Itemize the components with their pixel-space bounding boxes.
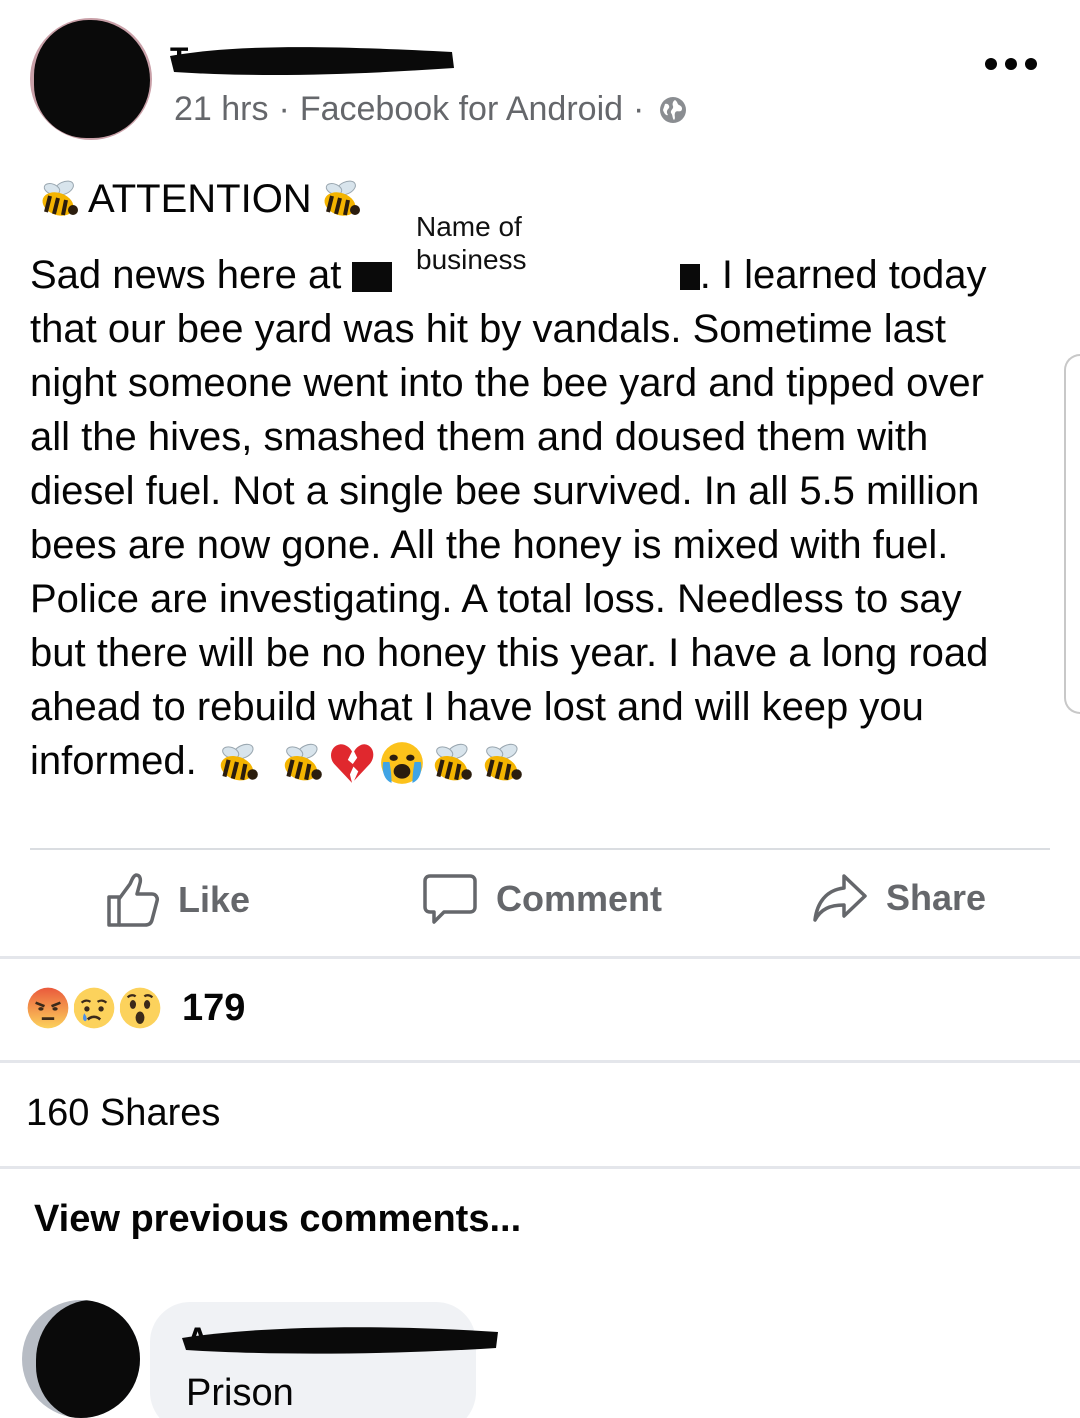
body-line: night someone went into the bee yard and… — [30, 361, 984, 405]
scroll-handle[interactable] — [1064, 354, 1080, 714]
annotation-line: Name of — [416, 211, 522, 242]
share-label: Share — [886, 877, 987, 918]
body-line-last: informed. — [30, 734, 1040, 788]
post-meta: 21 hrs · Facebook for Android · — [174, 90, 688, 129]
crying-face-emoji-icon — [381, 742, 423, 785]
wow-reaction-icon — [114, 982, 166, 1034]
author-name-redacted[interactable]: T — [166, 38, 458, 78]
divider — [30, 848, 1050, 850]
reactions-summary[interactable]: 179 — [22, 982, 245, 1034]
body-line: that our bee yard was hit by vandals. So… — [30, 307, 947, 351]
more-options-icon[interactable] — [985, 58, 1037, 70]
emoji-row — [214, 739, 526, 787]
body-line: diesel fuel. Not a single bee survived. … — [30, 469, 980, 513]
bee-emoji-icon — [324, 180, 360, 216]
post-heading: ATTENTION — [30, 176, 370, 222]
bee-emoji-icon — [434, 744, 472, 781]
share-arrow-icon — [813, 874, 867, 922]
globe-icon[interactable] — [658, 95, 688, 125]
separator: · — [633, 90, 645, 128]
thumbs-up-icon — [107, 873, 159, 927]
redaction-scribble — [34, 20, 150, 138]
divider — [0, 1060, 1080, 1063]
like-label: Like — [178, 879, 251, 920]
body-text-last: informed. — [30, 739, 197, 783]
angry-reaction-icon — [22, 982, 74, 1034]
body-text-start: Sad news here at — [30, 253, 342, 297]
bee-emoji-icon — [284, 744, 322, 781]
body-line: but there will be no honey this year. I … — [30, 631, 989, 675]
divider — [0, 1166, 1080, 1169]
body-line: Police are investigating. A total loss. … — [30, 577, 962, 621]
commenter-avatar[interactable] — [22, 1300, 140, 1418]
commenter-name-redacted[interactable]: A — [180, 1316, 500, 1358]
author-avatar[interactable] — [30, 18, 152, 140]
separator: · — [278, 90, 290, 128]
view-previous-comments-link[interactable]: View previous comments... — [34, 1198, 521, 1241]
comment-text: Prison — [186, 1372, 294, 1414]
reaction-count: 179 — [182, 986, 246, 1029]
comment-label: Comment — [496, 878, 663, 919]
post-time[interactable]: 21 hrs — [174, 90, 269, 129]
redaction-scribble — [36, 1300, 140, 1418]
divider — [0, 956, 1080, 959]
bee-emoji-icon — [484, 744, 522, 781]
heading-text: ATTENTION — [88, 176, 312, 221]
bee-emoji-icon — [42, 180, 78, 216]
body-line: ahead to rebuild what I have lost and wi… — [30, 685, 924, 729]
post-source: Facebook for Android — [299, 90, 624, 128]
like-button[interactable]: Like — [106, 872, 250, 928]
sad-reaction-icon — [68, 982, 120, 1034]
comment-icon — [423, 874, 477, 924]
body-text-end: . I learned today — [699, 253, 987, 297]
post-body: Sad news here at . I learned today that … — [30, 248, 1040, 788]
redaction-block — [679, 264, 700, 291]
body-line: bees are now gone. All the honey is mixe… — [30, 523, 949, 567]
bee-emoji-icon — [220, 744, 258, 781]
body-line: all the hives, smashed them and doused t… — [30, 415, 929, 459]
broken-heart-emoji-icon — [330, 744, 374, 784]
shares-count[interactable]: 160 Shares — [26, 1092, 220, 1135]
body-line-first: Sad news here at . I learned today — [30, 248, 1040, 302]
share-button[interactable]: Share — [812, 872, 986, 924]
comment-button[interactable]: Comment — [422, 872, 662, 926]
redaction-block — [352, 262, 393, 293]
